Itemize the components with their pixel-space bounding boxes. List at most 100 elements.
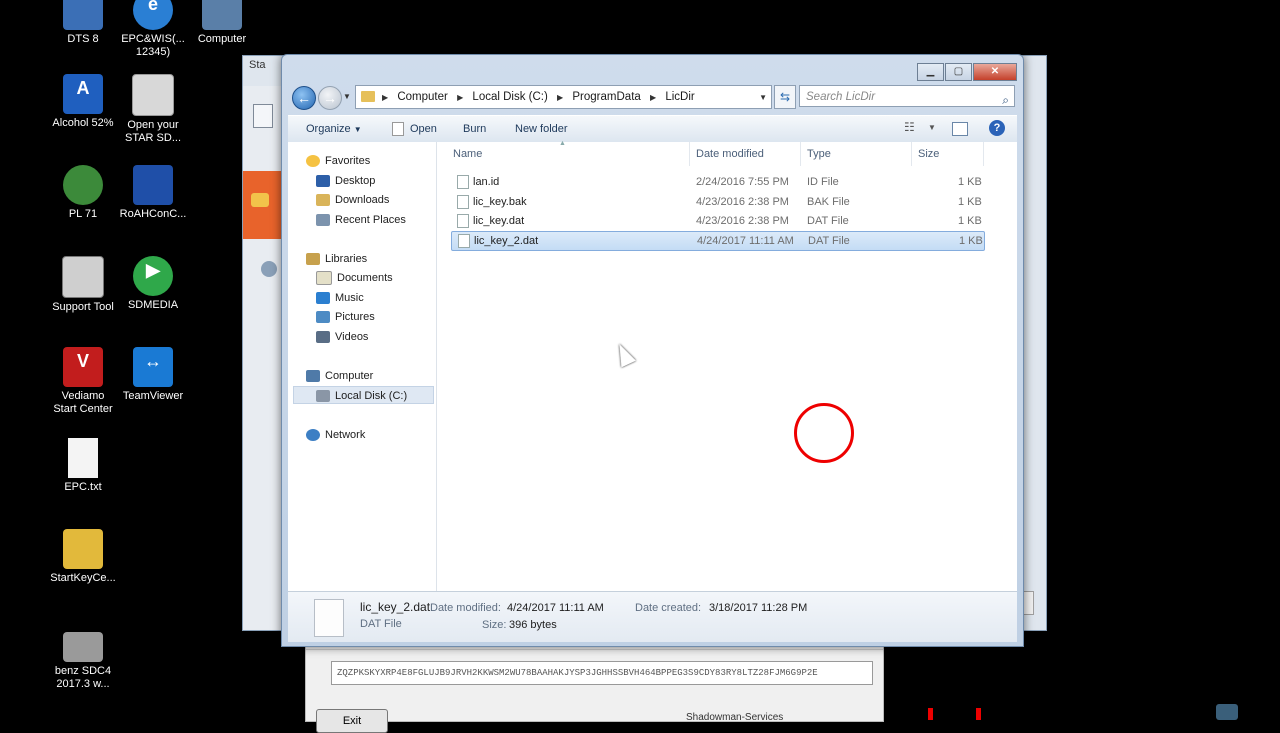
open-label: Open <box>410 123 437 135</box>
right-black-bar <box>1240 0 1280 720</box>
nav-label: Network <box>325 429 366 441</box>
teamviewer-icon: ↔ <box>133 347 173 387</box>
desktop-icon-alcohol[interactable]: A Alcohol 52% <box>46 74 120 130</box>
document-icon[interactable] <box>253 104 273 128</box>
minimize-button[interactable]: ▁ <box>917 63 944 81</box>
desktop-icon-pl71[interactable]: PL 71 <box>46 165 120 221</box>
nav-network[interactable]: Network <box>306 426 365 444</box>
new-folder-button[interactable]: New folder <box>515 116 568 142</box>
desktop-icon-startkeyce[interactable]: StartKeyCe... <box>46 529 120 585</box>
file-large-icon <box>314 599 344 637</box>
desktop-icon <box>316 175 330 188</box>
desktop-icon-support-tool[interactable]: Support Tool <box>46 256 120 314</box>
search-input[interactable]: Search LicDir ⌕ <box>799 85 1015 107</box>
computer-icon <box>306 370 320 383</box>
breadcrumb-separator-icon[interactable]: ▶ <box>382 93 388 102</box>
desktop-icon-label: RoAHConC... <box>119 208 187 220</box>
desktop-icon-computer[interactable]: Computer <box>185 0 259 46</box>
nav-documents[interactable]: Documents <box>316 269 393 287</box>
burn-button[interactable]: Burn <box>463 116 486 142</box>
file-row[interactable]: lan.id 2/24/2016 7:55 PM ID File 1 KB <box>451 173 983 191</box>
desktop-icon-epc-txt[interactable]: EPC.txt <box>46 438 120 494</box>
licence-key-field[interactable]: ZQZPKSKYXRP4E8FGLUJB9JRVH2KKWSM2WU78BAAH… <box>331 661 873 685</box>
file-icon <box>457 214 469 228</box>
file-row[interactable]: lic_key.bak 4/23/2016 2:38 PM BAK File 1… <box>451 193 983 211</box>
breadcrumb-local-disk[interactable]: Local Disk (C:) <box>472 91 547 103</box>
benz-sdc4-icon <box>63 632 103 662</box>
breadcrumb-programdata[interactable]: ProgramData <box>572 91 640 103</box>
recent-pages-chevron-icon[interactable]: ▼ <box>343 92 351 101</box>
nav-pictures[interactable]: Pictures <box>316 308 375 326</box>
file-date: 4/23/2016 2:38 PM <box>696 196 789 208</box>
column-header-date-modified[interactable]: Date modified <box>690 142 801 166</box>
desktop-icon-sdmedia[interactable]: ▶ SDMEDIA <box>116 256 190 312</box>
desktop-icon-benz-sdc4[interactable]: benz SDC4 2017.3 w... <box>46 632 120 691</box>
window-caption-buttons: ▁ ▢ ✕ <box>916 63 1017 81</box>
key-icon[interactable] <box>243 171 281 239</box>
desktop-icon-dts8[interactable]: DTS 8 <box>46 0 120 46</box>
address-bar[interactable]: ▶ Computer ▶ Local Disk (C:) ▶ ProgramDa… <box>355 85 772 109</box>
organize-button[interactable]: Organize ▼ <box>306 116 362 142</box>
back-arrow-icon[interactable]: ← <box>292 86 316 110</box>
desktop-icon-roahconc[interactable]: RoAHConC... <box>116 165 190 221</box>
breadcrumb-separator-icon[interactable]: ▶ <box>650 93 656 102</box>
exit-button[interactable]: Exit <box>316 709 388 733</box>
new-folder-label: New folder <box>515 123 568 135</box>
view-options-icon[interactable]: ☷ <box>904 120 915 134</box>
column-header-size[interactable]: Size <box>912 142 984 166</box>
vediamo-icon: V <box>63 347 103 387</box>
breadcrumb-separator-icon[interactable]: ▶ <box>557 93 563 102</box>
nav-recent-places[interactable]: Recent Places <box>316 211 406 229</box>
nav-libraries[interactable]: Libraries <box>306 250 367 268</box>
desktop-icon-vediamo[interactable]: V Vediamo Start Center <box>46 347 120 416</box>
star-icon <box>306 155 320 168</box>
help-icon[interactable]: ? <box>989 120 1005 136</box>
view-chevron-icon[interactable]: ▼ <box>928 123 936 132</box>
file-row-selected[interactable]: lic_key_2.dat 4/24/2017 11:11 AM DAT Fil… <box>451 231 985 251</box>
nav-label: Computer <box>325 370 374 382</box>
nav-computer[interactable]: Computer <box>306 367 373 385</box>
breadcrumb-licdir[interactable]: LicDir <box>665 91 694 103</box>
network-icon <box>306 429 320 442</box>
breadcrumb: ▶ Computer ▶ Local Disk (C:) ▶ ProgramDa… <box>382 86 701 108</box>
file-date: 4/24/2017 11:11 AM <box>697 235 794 247</box>
desktop-icon-label: benz SDC4 2017.3 w... <box>54 665 112 690</box>
column-header-type[interactable]: Type <box>801 142 912 166</box>
refresh-icon[interactable]: ⇆ <box>774 85 796 109</box>
nav-label: Local Disk (C:) <box>335 390 408 402</box>
column-header-name[interactable]: Name <box>447 142 690 166</box>
breadcrumb-separator-icon[interactable]: ▶ <box>457 93 463 102</box>
desktop-icon-label: Vediamo Start Center <box>53 390 113 415</box>
gear-icon[interactable] <box>261 261 277 277</box>
forward-arrow-icon[interactable]: → <box>318 86 342 110</box>
file-row[interactable]: lic_key.dat 4/23/2016 2:38 PM DAT File 1… <box>451 212 983 230</box>
file-icon <box>458 234 470 248</box>
search-icon[interactable]: ⌕ <box>1002 89 1009 111</box>
lock-icon <box>63 529 103 569</box>
file-name: lic_key_2.dat <box>474 235 539 247</box>
credit-text: Shadowman-Services <box>686 712 784 723</box>
details-date-created-label: Date created: <box>635 602 702 614</box>
open-button[interactable]: Open <box>392 116 437 142</box>
preview-pane-icon[interactable] <box>952 122 968 136</box>
nav-desktop[interactable]: Desktop <box>316 172 375 190</box>
nav-favorites[interactable]: Favorites <box>306 152 370 170</box>
nav-local-disk[interactable]: Local Disk (C:) <box>293 386 434 404</box>
explorer-window[interactable]: ▁ ▢ ✕ ← → ▼ ▶ Computer ▶ Local Disk (C:)… <box>281 54 1024 647</box>
licence-panel: ZQZPKSKYXRP4E8FGLUJB9JRVH2KKWSM2WU78BAAH… <box>305 640 884 733</box>
background-window-sidebar <box>243 86 281 630</box>
desktop-icon-teamviewer[interactable]: ↔ TeamViewer <box>116 347 190 403</box>
nav-music[interactable]: Music <box>316 289 364 307</box>
nav-downloads[interactable]: Downloads <box>316 191 389 209</box>
breadcrumb-computer[interactable]: Computer <box>397 91 448 103</box>
nav-videos[interactable]: Videos <box>316 328 368 346</box>
tray-icon[interactable] <box>1216 704 1238 720</box>
epc-wis-icon: e <box>133 0 173 30</box>
close-button[interactable]: ✕ <box>973 63 1017 81</box>
click-highlight-circle <box>794 403 854 463</box>
address-dropdown-icon[interactable]: ▼ <box>759 93 767 102</box>
desktop-icon-star-sd[interactable]: Open your STAR SD... <box>116 74 190 145</box>
file-name: lic_key.dat <box>473 215 525 227</box>
maximize-button[interactable]: ▢ <box>945 63 972 81</box>
desktop-icon-epc-wis[interactable]: e EPC&WIS(... 12345) <box>116 0 190 59</box>
